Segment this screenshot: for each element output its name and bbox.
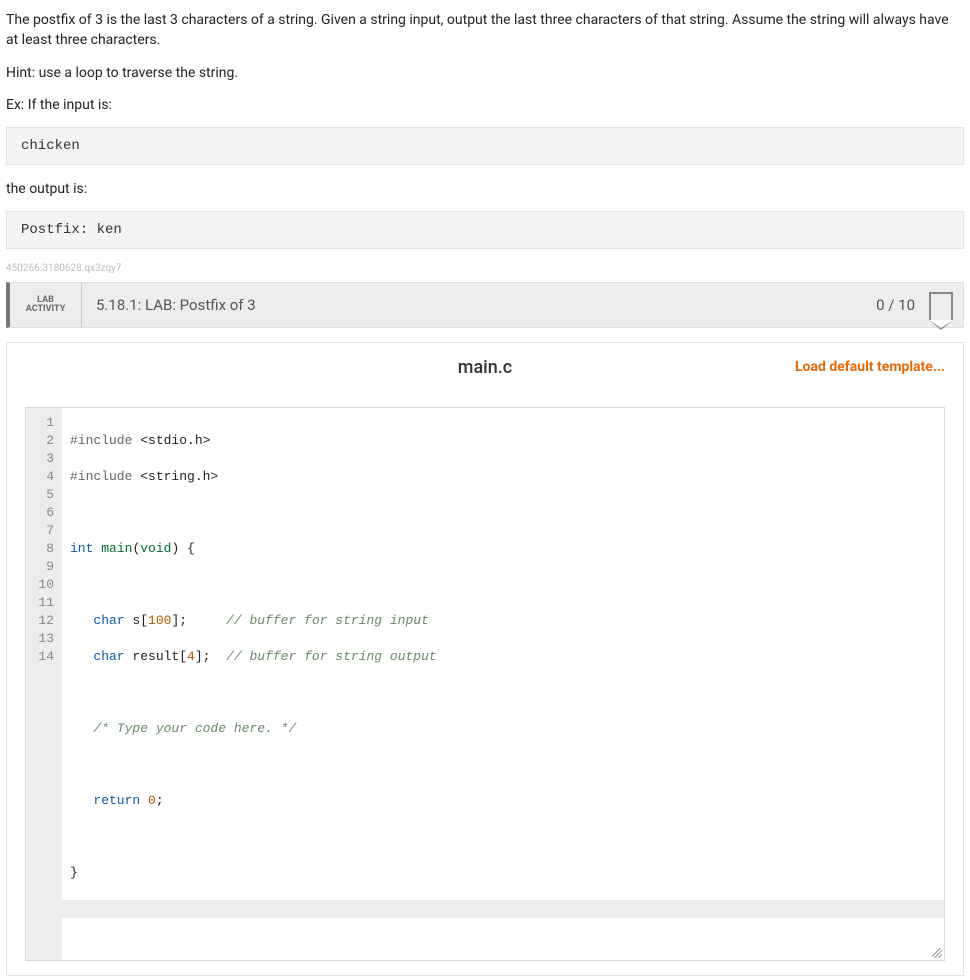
lab-header: LAB ACTIVITY 5.18.1: LAB: Postfix of 3 0… — [6, 282, 964, 328]
resize-handle-icon[interactable] — [932, 948, 942, 958]
example-input-box: chicken — [6, 127, 964, 165]
code-editor[interactable]: 1 2 3 4 5 6 7 8 9 10 11 12 13 14 #includ… — [25, 407, 945, 961]
paragraph: The postfix of 3 is the last 3 character… — [6, 10, 964, 51]
lab-title: 5.18.1: LAB: Postfix of 3 — [82, 283, 876, 327]
code-content[interactable]: #include <stdio.h> #include <string.h> i… — [62, 408, 944, 960]
problem-statement: The postfix of 3 is the last 3 character… — [6, 10, 964, 249]
editor-header: main.c Load default template... — [25, 357, 945, 397]
watermark-id: 450266.3180628.qx3zqy7 — [6, 263, 964, 274]
paragraph: the output is: — [6, 179, 964, 199]
lab-activity-tag: LAB ACTIVITY — [10, 283, 82, 327]
paragraph: Hint: use a loop to traverse the string. — [6, 63, 964, 83]
line-number-gutter: 1 2 3 4 5 6 7 8 9 10 11 12 13 14 — [26, 408, 62, 960]
code-editor-panel: main.c Load default template... 1 2 3 4 … — [6, 342, 964, 976]
lab-score: 0 / 10 — [876, 283, 915, 327]
paragraph: Ex: If the input is: — [6, 95, 964, 115]
bookmark-icon[interactable] — [929, 292, 953, 320]
example-output-box: Postfix: ken — [6, 211, 964, 249]
load-default-template-link[interactable]: Load default template... — [795, 359, 945, 375]
